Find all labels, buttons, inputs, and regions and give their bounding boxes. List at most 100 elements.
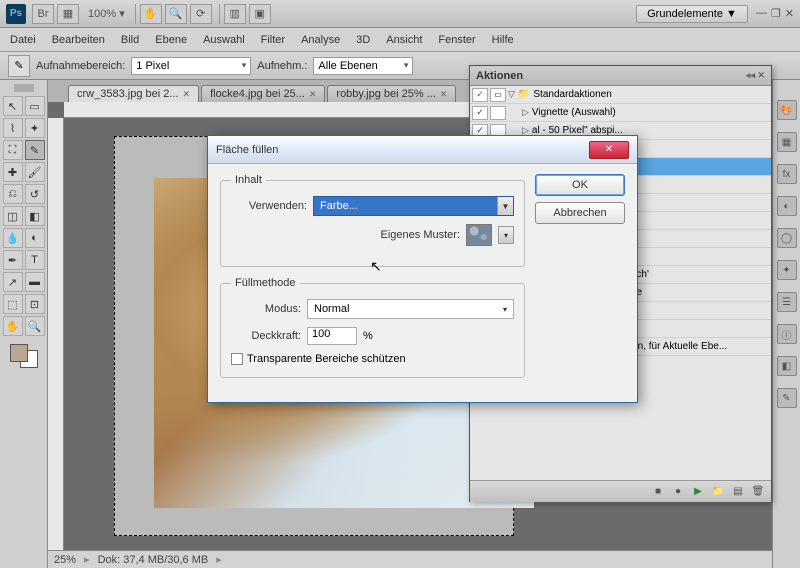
status-doc-size[interactable]: Dok: 37,4 MB/30,6 MB (98, 554, 209, 566)
type-tool[interactable]: T (25, 250, 45, 270)
menu-3d[interactable]: 3D (356, 34, 370, 46)
sample-layers-select[interactable]: Alle Ebenen (313, 57, 413, 75)
opacity-input[interactable]: 100 (307, 327, 357, 345)
swatches-panel-icon[interactable]: ▦ (777, 132, 797, 152)
history-brush-tool[interactable]: ↺ (25, 184, 45, 204)
tab-0[interactable]: crw_3583.jpg bei 2...✕ (68, 85, 199, 102)
checkbox-icon (231, 353, 243, 365)
bridge-button[interactable]: Br (32, 4, 54, 24)
arrange-button[interactable]: ▥ (224, 4, 246, 24)
menu-help[interactable]: Hilfe (492, 34, 514, 46)
close-icon[interactable]: ✕ (309, 89, 317, 100)
action-row[interactable]: ▷Vignette (Auswahl) (470, 104, 771, 122)
content-legend: Inhalt (231, 174, 266, 186)
color-swatches[interactable] (10, 344, 38, 368)
menu-file[interactable]: Datei (10, 34, 36, 46)
screen-mode-button[interactable]: ▣ (249, 4, 271, 24)
dodge-tool[interactable]: ◐ (25, 228, 45, 248)
stop-button[interactable]: ■ (651, 485, 665, 499)
dialog-titlebar[interactable]: Fläche füllen ✕ (208, 136, 637, 164)
shape-tool[interactable]: ▬ (25, 272, 45, 292)
panel-header[interactable]: Aktionen ◂◂ ✕ (470, 66, 771, 86)
close-icon[interactable]: ✕ (183, 89, 191, 100)
restore-button[interactable]: ❐ (771, 7, 781, 20)
disclosure-icon[interactable]: ▽ (508, 89, 515, 100)
stamp-tool[interactable]: ⎌ (3, 184, 23, 204)
menu-edit[interactable]: Bearbeiten (52, 34, 105, 46)
zoom-tool[interactable]: 🔍 (25, 316, 45, 336)
blend-legend: Füllmethode (231, 277, 300, 289)
pen-tool[interactable]: ✒ (3, 250, 23, 270)
action-dialog-toggle[interactable] (490, 88, 506, 102)
play-button[interactable]: ▶ (691, 485, 705, 499)
eyedropper-icon[interactable]: ✎ (8, 55, 30, 77)
lasso-tool[interactable]: ⌇ (3, 118, 23, 138)
action-checkbox[interactable] (472, 106, 488, 120)
status-zoom[interactable]: 25% (54, 554, 76, 566)
channels-panel-icon[interactable]: ◧ (777, 356, 797, 376)
panel-menu-icon[interactable]: ◂◂ ✕ (746, 70, 765, 81)
3d-camera-tool[interactable]: ⊡ (25, 294, 45, 314)
eyedropper-tool[interactable]: ✎ (25, 140, 45, 160)
record-button[interactable]: ● (671, 485, 685, 499)
ok-button[interactable]: OK (535, 174, 625, 196)
brush-tool[interactable]: 🖌 (25, 162, 45, 182)
pattern-thumbnail[interactable] (466, 224, 492, 246)
adjustments-panel-icon[interactable]: ◐ (777, 196, 797, 216)
disclosure-icon[interactable]: ▷ (522, 107, 529, 118)
mode-select[interactable]: Normal▾ (307, 299, 514, 319)
wand-tool[interactable]: ✦ (25, 118, 45, 138)
zoom-tool-button[interactable]: 🔍 (165, 4, 187, 24)
info-panel-icon[interactable]: ⓘ (777, 324, 797, 344)
cancel-button[interactable]: Abbrechen (535, 202, 625, 224)
gradient-tool[interactable]: ◧ (25, 206, 45, 226)
menu-view[interactable]: Ansicht (386, 34, 422, 46)
sample-size-select[interactable]: 1 Pixel (131, 57, 251, 75)
menu-select[interactable]: Auswahl (203, 34, 245, 46)
close-icon[interactable]: ✕ (440, 89, 448, 100)
ruler-vertical[interactable] (48, 118, 64, 550)
move-tool[interactable]: ↖ (3, 96, 23, 116)
styles-panel-icon[interactable]: fx (777, 164, 797, 184)
3d-tool[interactable]: ⬚ (3, 294, 23, 314)
crop-tool[interactable]: ⛶ (3, 140, 23, 160)
masks-panel-icon[interactable]: ◯ (777, 228, 797, 248)
menu-filter[interactable]: Filter (261, 34, 285, 46)
eraser-tool[interactable]: ◫ (3, 206, 23, 226)
hand-tool-button[interactable]: ✋ (140, 4, 162, 24)
menu-image[interactable]: Bild (121, 34, 139, 46)
workspace-switcher[interactable]: Grundelemente ▼ (636, 5, 748, 23)
use-select[interactable]: Farbe...▼ (313, 196, 514, 216)
layers-panel-icon[interactable]: ☰ (777, 292, 797, 312)
zoom-level[interactable]: 100% ▾ (88, 7, 125, 20)
new-set-button[interactable]: 📁 (711, 485, 725, 499)
marquee-tool[interactable]: ▭ (25, 96, 45, 116)
close-button[interactable]: ✕ (785, 7, 794, 20)
menu-window[interactable]: Fenster (438, 34, 475, 46)
dialog-close-button[interactable]: ✕ (589, 141, 629, 159)
preserve-transparency-checkbox[interactable]: Transparente Bereiche schützen (231, 353, 514, 365)
hand-tool[interactable]: ✋ (3, 316, 23, 336)
menu-analysis[interactable]: Analyse (301, 34, 340, 46)
menu-layer[interactable]: Ebene (155, 34, 187, 46)
paths-panel-icon[interactable]: ✎ (777, 388, 797, 408)
action-checkbox[interactable] (472, 88, 488, 102)
color-panel-icon[interactable]: 🎨 (777, 100, 797, 120)
folder-icon: 📁 (518, 89, 530, 100)
blur-tool[interactable]: 💧 (3, 228, 23, 248)
mini-bridge-button[interactable]: ▦ (57, 4, 79, 24)
rotate-button[interactable]: ⟳ (190, 4, 212, 24)
action-row[interactable]: ▽📁Standardaktionen (470, 86, 771, 104)
pattern-dropdown[interactable]: ▾ (498, 226, 514, 244)
action-dialog-toggle[interactable] (490, 106, 506, 120)
minimize-button[interactable]: — (756, 7, 767, 20)
new-action-button[interactable]: ▤ (731, 485, 745, 499)
tab-1[interactable]: flocke4.jpg bei 25...✕ (201, 85, 325, 102)
toolbox-grip-icon[interactable] (14, 84, 34, 92)
navigator-panel-icon[interactable]: ✦ (777, 260, 797, 280)
tab-2[interactable]: robby.jpg bei 25% ...✕ (327, 85, 456, 102)
path-tool[interactable]: ↗ (3, 272, 23, 292)
blend-fieldset: Füllmethode Modus: Normal▾ Deckkraft: 10… (220, 277, 525, 378)
heal-tool[interactable]: ✚ (3, 162, 23, 182)
delete-button[interactable]: 🗑 (751, 485, 765, 499)
